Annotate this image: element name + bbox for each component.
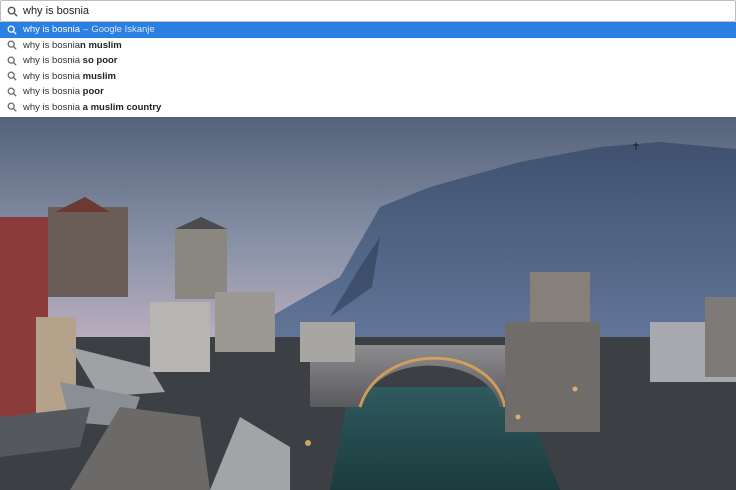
suggestion-typed: why is bosnia bbox=[23, 86, 81, 98]
photo-illustration bbox=[0, 117, 736, 490]
suggestion-completion: a muslim country bbox=[82, 101, 162, 113]
search-icon bbox=[0, 40, 23, 50]
search-icon bbox=[0, 87, 23, 97]
search-icon bbox=[0, 25, 23, 35]
suggestion-completion: n muslim bbox=[80, 39, 122, 51]
mostar-bridge-photo bbox=[0, 117, 736, 490]
suggestion-completion: poor bbox=[82, 86, 104, 98]
address-bar[interactable] bbox=[0, 0, 736, 22]
suggestion-typed: why is bosnia bbox=[23, 39, 81, 51]
suggestion-completion: muslim bbox=[82, 70, 116, 82]
suggestion-row-0[interactable]: why is bosnia – Google Iskanje bbox=[0, 22, 736, 38]
search-icon bbox=[0, 56, 23, 66]
suggestion-separator: – bbox=[83, 24, 89, 36]
search-icon bbox=[0, 102, 23, 112]
search-engine-label: Google Iskanje bbox=[91, 24, 155, 36]
address-input[interactable] bbox=[23, 5, 713, 17]
suggestion-typed: why is bosnia bbox=[23, 70, 81, 82]
suggestion-completion: so poor bbox=[82, 55, 118, 67]
suggestion-row-3[interactable]: why is bosnia muslim bbox=[0, 69, 736, 85]
suggestion-typed: why is bosnia bbox=[23, 101, 81, 113]
suggestion-row-1[interactable]: why is bosnia n muslim bbox=[0, 38, 736, 54]
suggestion-typed: why is bosnia bbox=[23, 55, 81, 67]
search-icon bbox=[0, 71, 23, 81]
suggestion-row-2[interactable]: why is bosnia so poor bbox=[0, 53, 736, 69]
suggestion-text: why is bosnia bbox=[23, 24, 81, 36]
suggestion-row-5[interactable]: why is bosnia a muslim country bbox=[0, 100, 736, 116]
search-icon bbox=[1, 6, 23, 17]
suggestion-row-4[interactable]: why is bosnia poor bbox=[0, 84, 736, 100]
suggestion-dropdown: why is bosnia – Google Iskanje why is bo… bbox=[0, 22, 736, 118]
